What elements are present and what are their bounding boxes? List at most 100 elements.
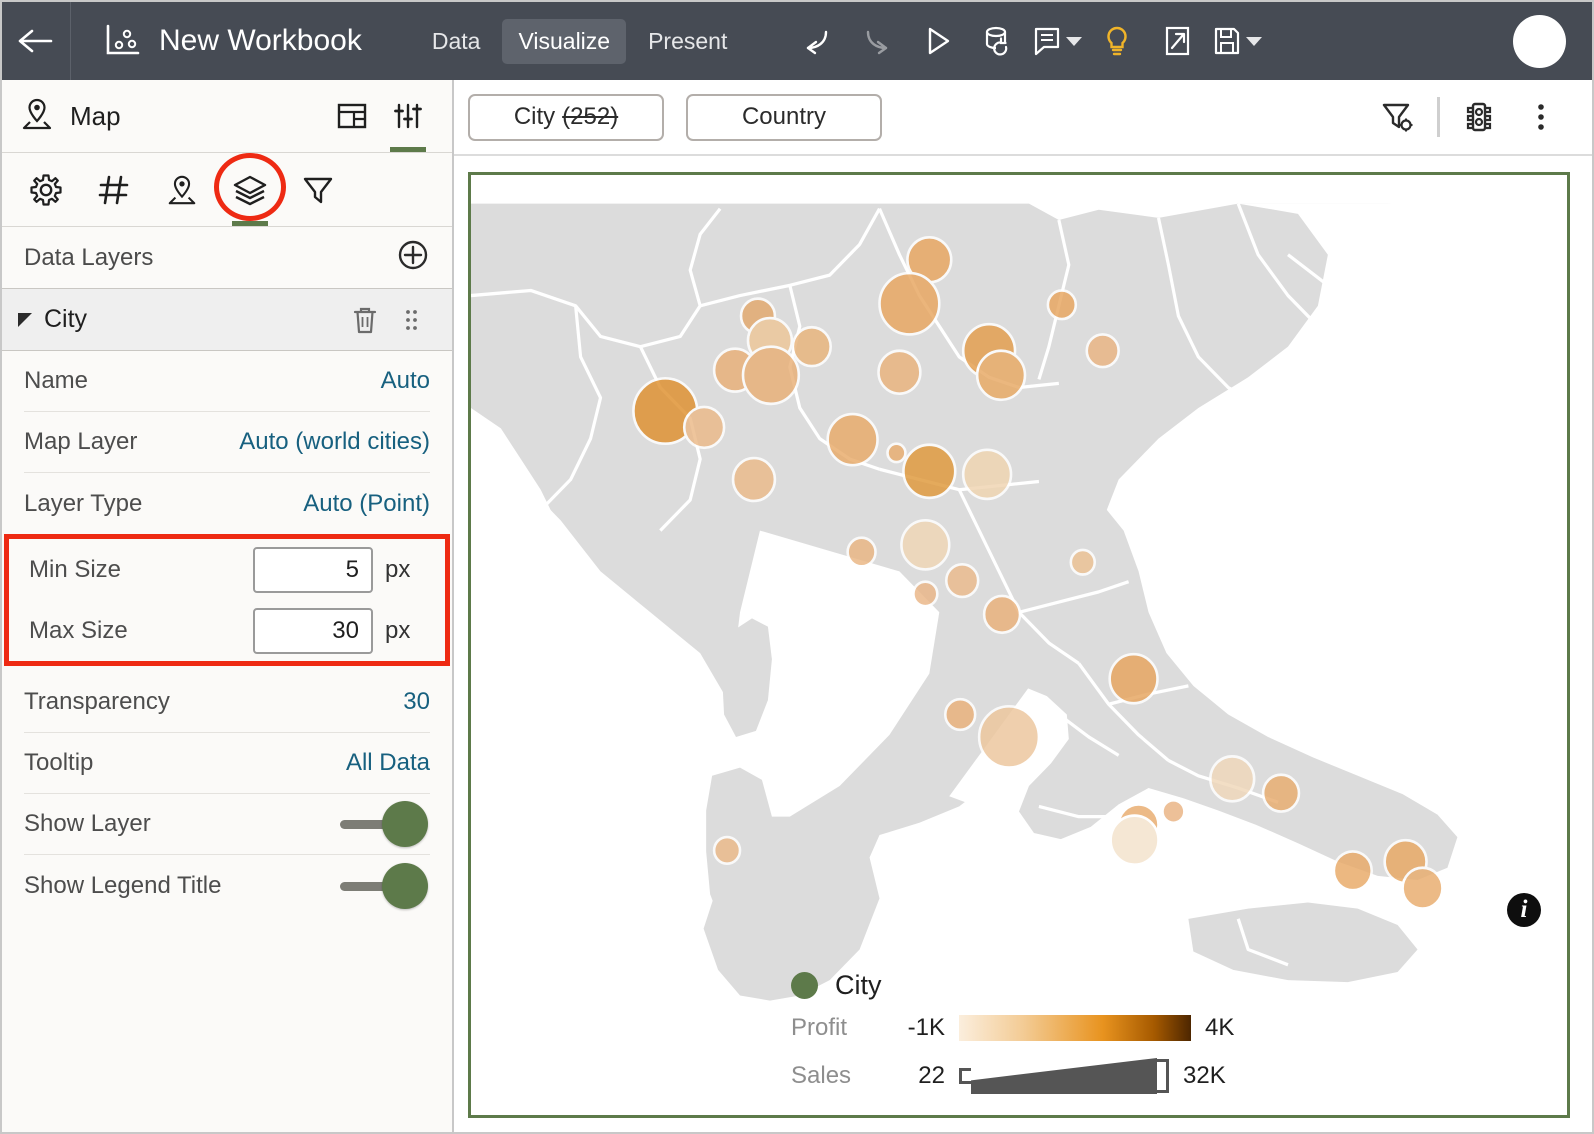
menu-item-data[interactable]: Data [416, 19, 497, 64]
run-icon[interactable] [907, 2, 967, 80]
map-bubble[interactable] [1109, 814, 1160, 867]
map-bubble[interactable] [826, 412, 879, 467]
legend-color-gradient [959, 1015, 1191, 1041]
trash-icon[interactable] [342, 305, 388, 335]
map-bubble[interactable] [975, 349, 1027, 402]
property-row-layer-type: Layer Type Auto (Point) [24, 473, 430, 534]
map-bubble[interactable] [712, 835, 742, 865]
menu-item-visualize[interactable]: Visualize [502, 18, 627, 64]
drag-handle-icon[interactable] [388, 305, 434, 335]
map-bubble[interactable] [961, 448, 1013, 501]
chevron-down-icon[interactable] [1246, 36, 1263, 46]
map-info-icon[interactable]: i [1507, 893, 1541, 927]
map-bubble[interactable] [1085, 333, 1120, 369]
map-bubble[interactable] [982, 594, 1022, 635]
legend-size-row: Sales 22 32K [791, 1055, 1234, 1097]
filter-funnel-icon[interactable] [284, 153, 352, 226]
refresh-data-icon[interactable] [967, 2, 1027, 80]
toggle-track [340, 820, 388, 829]
map-bubble[interactable] [944, 562, 980, 599]
general-gear-icon[interactable] [12, 153, 80, 226]
numeric-hash-icon[interactable] [80, 153, 148, 226]
data-layers-label: Data Layers [24, 243, 154, 271]
map-bubble[interactable] [1401, 866, 1444, 910]
visualization-area: City (252) Country i City Profit -1K 4K … [454, 80, 1592, 1132]
legend-size-wedge [959, 1058, 1169, 1094]
map-bubble[interactable] [977, 704, 1041, 769]
show-layer-toggle[interactable] [334, 801, 430, 847]
map-bubble[interactable] [886, 442, 907, 464]
comment-icon[interactable] [1027, 2, 1087, 80]
min-size-unit: px [385, 555, 411, 583]
chip-city[interactable]: City (252) [468, 93, 664, 141]
redo-icon[interactable] [847, 2, 907, 80]
map-container: i City Profit -1K 4K Sales 22 32K [454, 156, 1592, 1132]
menu-item-present[interactable]: Present [632, 19, 743, 64]
legend-size-triangle [971, 1058, 1157, 1094]
chip-count: (252) [562, 103, 619, 130]
layers-icon[interactable] [214, 153, 286, 226]
property-label: Name [24, 367, 89, 394]
layer-header-city[interactable]: City [2, 289, 452, 351]
chip-label: Country [741, 103, 827, 130]
legend-size-min: 22 [918, 1062, 945, 1089]
panel-title: Map [70, 100, 121, 131]
map-bubble[interactable] [902, 443, 957, 500]
map-pin-icon [20, 96, 54, 137]
map-pin-icon[interactable] [148, 153, 216, 226]
max-size-unit: px [385, 616, 411, 644]
map-bubble[interactable] [1069, 548, 1097, 576]
map-bubble[interactable] [741, 345, 801, 406]
map-bubble[interactable] [878, 271, 941, 336]
max-size-input[interactable]: 30 [253, 607, 373, 654]
more-options-icon[interactable] [1510, 87, 1572, 147]
show-legend-title-toggle[interactable] [334, 862, 430, 909]
add-circle-icon[interactable] [396, 238, 430, 277]
panel-empty-space [2, 916, 452, 1132]
collapse-triangle-icon[interactable] [18, 312, 32, 327]
workspace: Map Data Layers City Name Auto Map Layer… [2, 80, 1592, 1132]
undo-icon[interactable] [787, 2, 847, 80]
user-avatar[interactable] [1513, 14, 1566, 68]
map-canvas[interactable]: i City Profit -1K 4K Sales 22 32K [468, 172, 1570, 1118]
map-bubble[interactable] [1108, 652, 1159, 705]
map-bubble[interactable] [682, 405, 726, 450]
properties-sliders-icon[interactable] [380, 80, 436, 152]
property-value-layer-type[interactable]: Auto (Point) [303, 490, 430, 518]
map-bubble[interactable] [900, 519, 951, 571]
map-bubble[interactable] [1209, 755, 1256, 803]
map-bubble[interactable] [912, 580, 939, 608]
property-value-name[interactable]: Auto [381, 367, 430, 395]
map-bubble[interactable] [1046, 289, 1078, 321]
back-arrow-icon[interactable] [2, 2, 70, 80]
conditional-format-traffic-icon[interactable] [1448, 87, 1510, 147]
scatter-chart-icon [103, 23, 141, 59]
map-bubble[interactable] [791, 325, 832, 368]
map-bubble[interactable] [943, 697, 977, 732]
map-bubble[interactable] [731, 456, 777, 503]
chip-label: City [513, 103, 556, 130]
size-settings-highlight-box: Min Size 5 px Max Size 30 px [4, 534, 450, 666]
chevron-down-icon[interactable] [1066, 36, 1083, 46]
data-layers-row: Data Layers [2, 227, 452, 289]
chip-country[interactable]: Country [686, 93, 882, 141]
insights-lightbulb-icon[interactable] [1087, 2, 1147, 80]
grammar-panel-icon[interactable] [324, 80, 380, 152]
save-icon[interactable] [1207, 2, 1267, 80]
share-external-icon[interactable] [1147, 2, 1207, 80]
min-size-input[interactable]: 5 [253, 546, 373, 593]
top-toolbar: New Workbook Data Visualize Present [2, 2, 1592, 80]
property-value-tooltip[interactable]: All Data [346, 749, 430, 777]
property-value-map-layer[interactable]: Auto (world cities) [239, 428, 430, 456]
property-value-transparency[interactable]: 30 [403, 688, 430, 716]
map-bubble[interactable] [877, 349, 922, 395]
map-bubble[interactable] [1332, 850, 1374, 892]
property-row-min-size: Min Size 5 px [29, 539, 425, 600]
filter-settings-icon[interactable] [1367, 87, 1429, 147]
map-bubble[interactable] [1261, 773, 1301, 813]
map-bubble[interactable] [1161, 798, 1186, 825]
legend-size-cap-right [1157, 1059, 1169, 1093]
map-bubble[interactable] [846, 536, 877, 568]
property-label: Tooltip [24, 749, 94, 776]
legend-color-row: Profit -1K 4K [791, 1007, 1234, 1049]
